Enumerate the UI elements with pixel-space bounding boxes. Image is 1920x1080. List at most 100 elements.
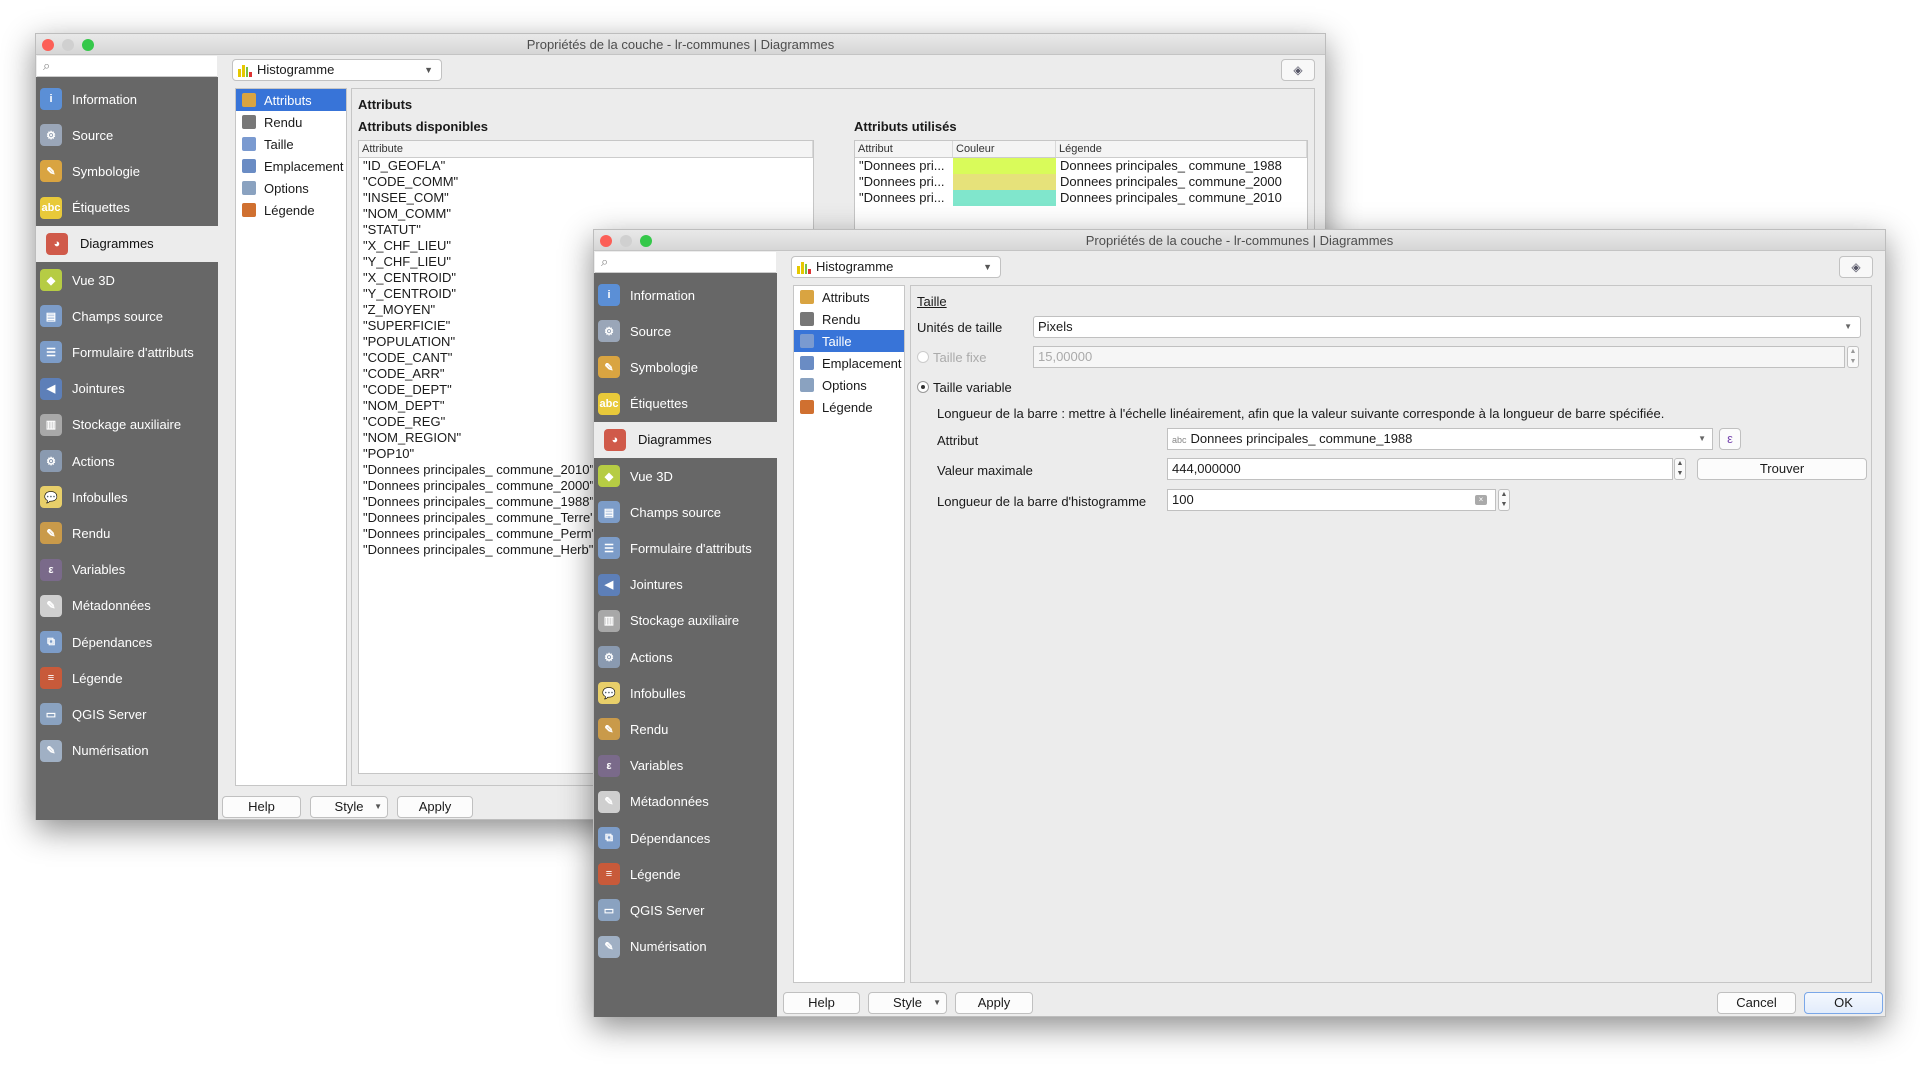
column-header-attribute[interactable]: Attribute (359, 141, 813, 157)
sidebar-item-11[interactable]: 💬 Infobulles (36, 479, 218, 515)
close-button[interactable] (600, 235, 612, 247)
table-row[interactable]: "CODE_COMM" (359, 174, 813, 190)
table-row[interactable]: "ID_GEOFLA" (359, 158, 813, 174)
sidebar-item-9[interactable]: ▥ Stockage auxiliaire (594, 603, 777, 639)
column-header-legende[interactable]: Légende (1056, 141, 1307, 157)
ok-button[interactable]: OK (1804, 992, 1883, 1014)
sidebar-search-input[interactable]: ⌕ (37, 56, 217, 77)
apply-button[interactable]: Apply (955, 992, 1033, 1014)
sidebar-item-4[interactable]: ◕ Diagrammes (36, 225, 218, 262)
sidebar-item-14[interactable]: ✎ Métadonnées (36, 588, 218, 624)
diagram-type-select[interactable]: Histogramme ▼ (232, 59, 442, 81)
sidebar-item-5[interactable]: ◆ Vue 3D (594, 458, 777, 494)
sidebar-item-15[interactable]: ⧉ Dépendances (36, 624, 218, 660)
sidebar-item-18[interactable]: ✎ Numérisation (594, 929, 777, 965)
max-value-input[interactable]: 444,000000 (1167, 458, 1673, 480)
style-manager-button[interactable]: ◈ (1839, 256, 1873, 278)
subtab-4[interactable]: Options (794, 374, 904, 396)
sidebar-item-14[interactable]: ✎ Métadonnées (594, 784, 777, 820)
sidebar-item-18[interactable]: ✎ Numérisation (36, 733, 218, 769)
sidebar-item-16[interactable]: ≡ Légende (594, 856, 777, 892)
cell-color-swatch[interactable] (953, 190, 1056, 206)
sidebar-item-12[interactable]: ✎ Rendu (36, 515, 218, 551)
subtab-5[interactable]: Légende (794, 396, 904, 418)
sidebar-item-10[interactable]: ⚙ Actions (594, 639, 777, 675)
sidebar-item-17[interactable]: ▭ QGIS Server (36, 696, 218, 732)
subtab-1[interactable]: Rendu (236, 111, 346, 133)
sidebar-item-1[interactable]: ⚙ Source (36, 117, 218, 153)
table-row[interactable]: "NOM_COMM" (359, 206, 813, 222)
clear-icon[interactable]: × (1475, 495, 1487, 505)
column-header-attribut[interactable]: Attribut (855, 141, 953, 157)
expression-button[interactable]: ε (1719, 428, 1741, 450)
sidebar-item-13[interactable]: ε Variables (594, 748, 777, 784)
attribute-select[interactable]: abc Donnees principales_ commune_1988 ▼ (1167, 428, 1713, 450)
sidebar-item-12[interactable]: ✎ Rendu (594, 711, 777, 747)
size-units-select[interactable]: Pixels ▼ (1033, 316, 1861, 338)
sidebar-item-7[interactable]: ☰ Formulaire d'attributs (36, 334, 218, 370)
subtab-5[interactable]: Légende (236, 199, 346, 221)
fixed-size-stepper: ▲ ▼ (1847, 346, 1859, 368)
help-button[interactable]: Help (783, 992, 860, 1014)
sidebar-item-8[interactable]: ◀ Jointures (36, 371, 218, 407)
sidebar-item-3[interactable]: abc Étiquettes (594, 386, 777, 422)
minimize-button[interactable] (62, 39, 74, 51)
table-row[interactable]: "Donnees pri... Donnees principales_ comm… (855, 158, 1307, 174)
apply-button[interactable]: Apply (397, 796, 473, 818)
sidebar-item-7[interactable]: ☰ Formulaire d'attributs (594, 530, 777, 566)
table-row[interactable]: "Donnees pri... Donnees principales_ comm… (855, 190, 1307, 206)
sidebar-search-input[interactable]: ⌕ (595, 252, 776, 273)
cell-color-swatch[interactable] (953, 174, 1056, 190)
table-row[interactable]: "INSEE_COM" (359, 190, 813, 206)
sidebar-item-6[interactable]: ▤ Champs source (594, 494, 777, 530)
diagram-type-select[interactable]: Histogramme ▼ (791, 256, 1001, 278)
bar-length-input[interactable]: 100 × (1167, 489, 1496, 511)
subtab-0[interactable]: Attributs (236, 89, 346, 111)
subtab-0[interactable]: Attributs (794, 286, 904, 308)
sidebar-item-4[interactable]: ◕ Diagrammes (594, 421, 777, 458)
variable-size-radio[interactable] (917, 381, 929, 393)
help-button[interactable]: Help (222, 796, 301, 818)
subtab-3[interactable]: Emplacement (794, 352, 904, 374)
sidebar-item-6[interactable]: ▤ Champs source (36, 298, 218, 334)
table-row[interactable]: "Donnees pri... Donnees principales_ comm… (855, 174, 1307, 190)
style-button[interactable]: Style ▼ (310, 796, 388, 818)
sidebar-item-1[interactable]: ⚙ Source (594, 313, 777, 349)
subtab-label: Rendu (822, 311, 861, 327)
subtab-3[interactable]: Emplacement (236, 155, 346, 177)
sidebar-item-5[interactable]: ◆ Vue 3D (36, 262, 218, 298)
sidebar-item-17[interactable]: ▭ QGIS Server (594, 892, 777, 928)
sidebar-item-3[interactable]: abc Étiquettes (36, 190, 218, 226)
style-button[interactable]: Style ▼ (868, 992, 947, 1014)
sidebar-item-15[interactable]: ⧉ Dépendances (594, 820, 777, 856)
sidebar-item-2[interactable]: ✎ Symbologie (594, 349, 777, 385)
sidebar-item-13[interactable]: ε Variables (36, 552, 218, 588)
sidebar-item-0[interactable]: i Information (594, 277, 777, 313)
sidebar-item-11[interactable]: 💬 Infobulles (594, 675, 777, 711)
sidebar-item-16[interactable]: ≡ Légende (36, 660, 218, 696)
column-header-couleur[interactable]: Couleur (953, 141, 1056, 157)
subtab-2[interactable]: Taille (236, 133, 346, 155)
close-button[interactable] (42, 39, 54, 51)
subtab-4[interactable]: Options (236, 177, 346, 199)
source-fields-icon: ▤ (598, 501, 620, 524)
fixed-size-radio[interactable] (917, 351, 929, 363)
max-value-stepper[interactable]: ▲ ▼ (1674, 458, 1686, 480)
style-manager-button[interactable]: ◈ (1281, 59, 1315, 81)
sidebar-item-9[interactable]: ▥ Stockage auxiliaire (36, 407, 218, 443)
sidebar-item-2[interactable]: ✎ Symbologie (36, 153, 218, 189)
cell-legende: Donnees principales_ commune_1988 (1060, 158, 1282, 173)
bar-length-stepper[interactable]: ▲ ▼ (1498, 489, 1510, 511)
subtab-1[interactable]: Rendu (794, 308, 904, 330)
maximize-button[interactable] (640, 235, 652, 247)
subtab-2[interactable]: Taille (794, 330, 904, 352)
cell-color-swatch[interactable] (953, 158, 1056, 174)
tooltip-bubble-icon: 💬 (598, 682, 620, 705)
sidebar-item-10[interactable]: ⚙ Actions (36, 443, 218, 479)
find-button[interactable]: Trouver (1697, 458, 1867, 480)
maximize-button[interactable] (82, 39, 94, 51)
sidebar-item-8[interactable]: ◀ Jointures (594, 567, 777, 603)
cancel-button[interactable]: Cancel (1717, 992, 1796, 1014)
minimize-button[interactable] (620, 235, 632, 247)
sidebar-item-0[interactable]: i Information (36, 81, 218, 117)
